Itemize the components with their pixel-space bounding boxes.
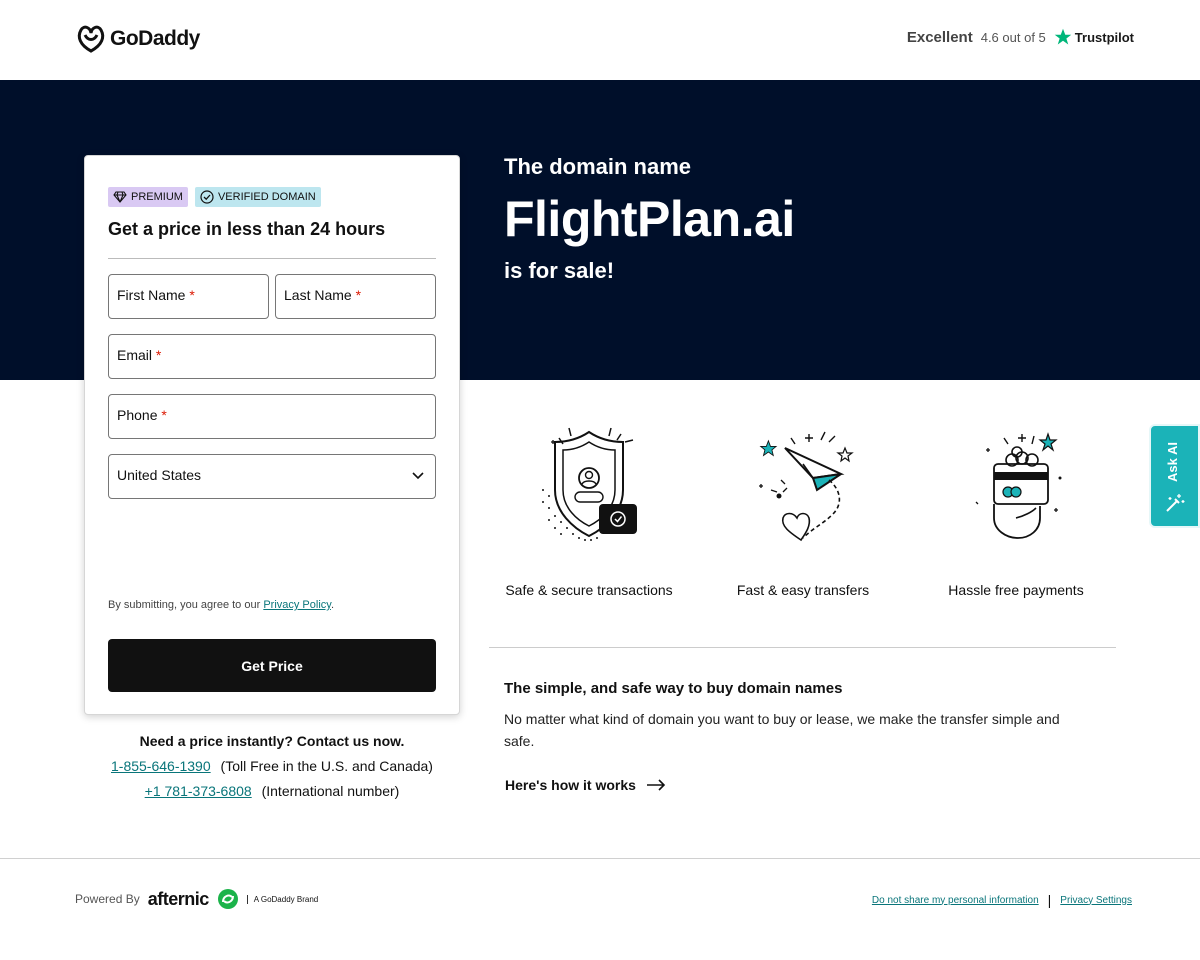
required-marker: * — [355, 287, 362, 303]
tollfree-note: (Toll Free in the U.S. and Canada) — [220, 758, 433, 774]
email-label: Email — [117, 347, 153, 363]
required-marker: * — [155, 347, 162, 363]
trustpilot-star-icon — [1054, 28, 1072, 45]
powered-by: Powered By afternic A GoDaddy Brand — [75, 888, 318, 910]
footer-divider — [0, 858, 1200, 859]
paper-plane-icon — [759, 431, 854, 542]
verified-badge: VERIFIED DOMAIN — [194, 187, 321, 207]
footer-separator: | — [1047, 892, 1052, 908]
godaddy-logo-icon — [77, 25, 105, 53]
shield-lock-icon — [542, 427, 637, 541]
chevron-down-icon — [412, 472, 424, 480]
trustpilot-logo: Trustpilot — [1054, 28, 1134, 46]
afternic-logo[interactable]: afternic — [148, 889, 210, 910]
tollfree-line: 1-855-646-1390 (Toll Free in the U.S. an… — [84, 758, 460, 774]
section-divider — [489, 647, 1116, 648]
powered-by-label: Powered By — [75, 892, 140, 906]
get-price-button[interactable]: Get Price — [108, 639, 436, 692]
domain-name: FlightPlan.ai — [504, 191, 795, 247]
feature-label: Hassle free payments — [948, 582, 1084, 598]
verified-badge-label: VERIFIED DOMAIN — [217, 191, 316, 203]
premium-badge-label: PREMIUM — [131, 191, 183, 203]
phone-field[interactable]: Phone * — [108, 394, 436, 439]
how-it-works-link[interactable]: Here's how it works — [505, 777, 666, 793]
ask-ai-label: Ask AI — [1165, 442, 1180, 482]
logo-wordmark: GoDaddy — [110, 27, 200, 50]
tollfree-phone-link[interactable]: 1-855-646-1390 — [111, 758, 211, 774]
form-title: Get a price in less than 24 hours — [108, 219, 386, 239]
required-marker: * — [189, 287, 195, 303]
last-name-label: Last Name — [284, 287, 352, 303]
diamond-icon — [113, 191, 127, 203]
footer-links: Do not share my personal information | P… — [872, 892, 1132, 908]
last-name-field[interactable]: Last Name * — [275, 274, 436, 319]
consent-end: . — [330, 599, 335, 611]
privacy-settings-link[interactable]: Privacy Settings — [1060, 895, 1132, 906]
trustpilot-rating[interactable]: Excellent 4.6 out of 5 Trustpilot — [907, 28, 1134, 46]
rating-word: Excellent — [906, 28, 973, 46]
card-hand-icon — [975, 432, 1062, 539]
ask-ai-button[interactable]: Ask AI — [1149, 424, 1200, 528]
privacy-policy-link[interactable]: Privacy Policy — [263, 599, 331, 611]
required-marker: * — [161, 407, 167, 423]
phone-label: Phone — [117, 407, 158, 423]
godaddy-brand-note: A GoDaddy Brand — [246, 894, 318, 904]
intl-line: +1 781-373-6808 (International number) — [84, 783, 460, 799]
intl-note: (International number) — [261, 783, 400, 799]
consent-prefix: By submitting, you agree to our — [108, 599, 264, 611]
country-select[interactable]: United States — [108, 454, 436, 499]
premium-badge: PREMIUM — [108, 187, 188, 207]
first-name-label: First Name — [117, 287, 186, 303]
site-header: GoDaddy Excellent 4.6 out of 5 Trustpilo… — [0, 0, 1200, 80]
feature-label: Safe & secure transactions — [505, 582, 673, 598]
feature-label: Fast & easy transfers — [736, 582, 870, 598]
rating-score: 4.6 out of 5 — [980, 29, 1046, 45]
price-form-card: PREMIUM VERIFIED DOMAIN Get a price in l… — [84, 155, 460, 715]
form-divider — [108, 258, 436, 259]
godaddy-logo[interactable]: GoDaddy — [76, 25, 200, 53]
email-field[interactable]: Email * — [108, 334, 436, 379]
consent-text: By submitting, you agree to our Privacy … — [108, 599, 334, 611]
intl-phone-link[interactable]: +1 781-373-6808 — [145, 783, 252, 799]
for-sale-text: is for sale! — [504, 258, 615, 283]
hero-subtitle: The domain name — [504, 154, 692, 179]
country-value: United States — [117, 467, 202, 483]
afternic-mark-icon — [217, 889, 238, 909]
badge-row: PREMIUM VERIFIED DOMAIN — [108, 187, 321, 207]
arrow-right-icon — [646, 779, 666, 791]
info-title: The simple, and safe way to buy domain n… — [504, 680, 843, 697]
info-text: No matter what kind of domain you want t… — [504, 711, 1060, 749]
how-it-works-label: Here's how it works — [505, 777, 636, 793]
feature-fast: Fast & easy transfers — [703, 420, 903, 598]
first-name-field[interactable]: First Name * — [108, 274, 269, 319]
check-circle-icon — [200, 190, 214, 204]
contact-title: Need a price instantly? Contact us now. — [139, 733, 405, 749]
feature-payments: Hassle free payments — [916, 420, 1116, 598]
do-not-share-link[interactable]: Do not share my personal information — [872, 895, 1039, 906]
feature-secure: Safe & secure transactions — [489, 420, 689, 598]
magic-wand-icon — [1166, 494, 1185, 512]
trustpilot-label: Trustpilot — [1074, 29, 1134, 45]
